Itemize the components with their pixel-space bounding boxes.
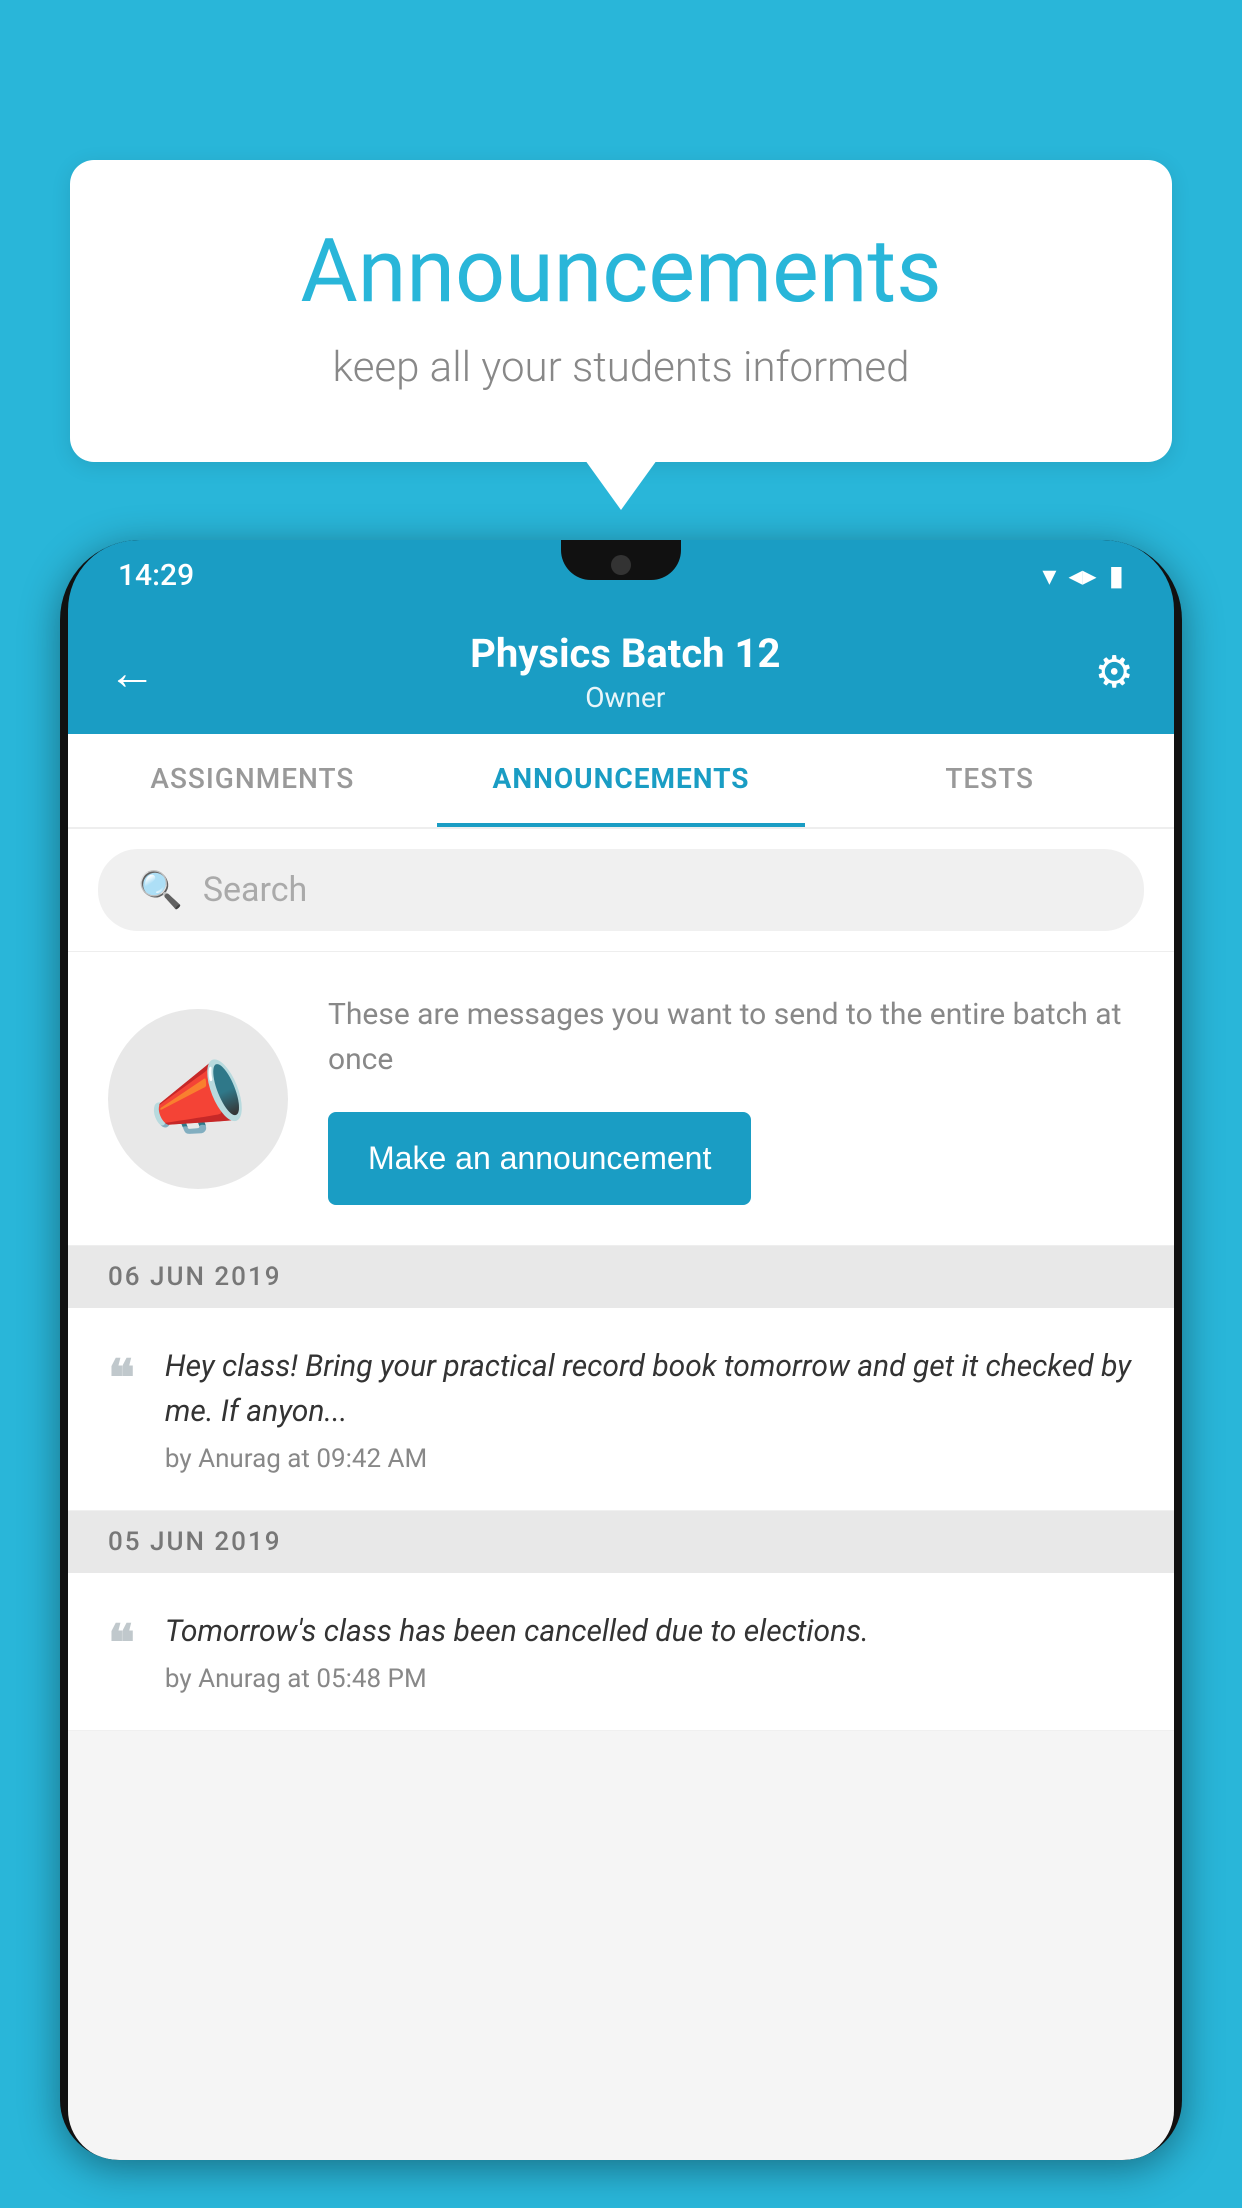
header-center: Physics Batch 12 Owner	[470, 630, 780, 714]
make-announcement-button[interactable]: Make an announcement	[328, 1112, 751, 1205]
speech-bubble: Announcements keep all your students inf…	[70, 160, 1172, 462]
bubble-subtitle: keep all your students informed	[150, 343, 1092, 392]
search-icon: 🔍	[138, 869, 183, 911]
tab-assignments[interactable]: ASSIGNMENTS	[68, 734, 437, 827]
message-item-2[interactable]: ❝ Tomorrow's class has been cancelled du…	[68, 1573, 1174, 1731]
message-content-1: Hey class! Bring your practical record b…	[165, 1344, 1134, 1474]
message-author-1: by Anurag at 09:42 AM	[165, 1444, 1134, 1474]
status-bar: 14:29 ▾ ◂▸ ▮	[68, 540, 1174, 610]
search-bar[interactable]: 🔍 Search	[98, 849, 1144, 931]
phone-wrapper: 14:29 ▾ ◂▸ ▮ ← Physics Batch 12 Owner	[60, 540, 1182, 2208]
bubble-title: Announcements	[150, 220, 1092, 323]
phone-screen: 14:29 ▾ ◂▸ ▮ ← Physics Batch 12 Owner	[68, 540, 1174, 2160]
battery-icon: ▮	[1109, 559, 1124, 592]
quote-icon-1: ❝	[108, 1349, 135, 1408]
signal-icon: ◂▸	[1068, 559, 1096, 592]
status-icons: ▾ ◂▸ ▮	[1042, 559, 1124, 592]
quote-icon-2: ❝	[108, 1614, 135, 1673]
date-divider-2: 05 JUN 2019	[68, 1511, 1174, 1573]
date-divider-1: 06 JUN 2019	[68, 1246, 1174, 1308]
camera-notch	[611, 555, 631, 575]
notch	[561, 540, 681, 580]
message-text-1: Hey class! Bring your practical record b…	[165, 1344, 1134, 1434]
announcement-description: These are messages you want to send to t…	[328, 992, 1134, 1082]
tabs-container: ASSIGNMENTS ANNOUNCEMENTS TESTS	[68, 734, 1174, 829]
wifi-icon: ▾	[1042, 559, 1056, 592]
tab-tests[interactable]: TESTS	[805, 734, 1174, 827]
message-text-2: Tomorrow's class has been cancelled due …	[165, 1609, 1134, 1654]
message-content-2: Tomorrow's class has been cancelled due …	[165, 1609, 1134, 1694]
announcement-right: These are messages you want to send to t…	[328, 992, 1134, 1205]
search-container: 🔍 Search	[68, 829, 1174, 952]
speech-bubble-section: Announcements keep all your students inf…	[70, 160, 1172, 462]
search-placeholder: Search	[203, 870, 307, 910]
status-time: 14:29	[118, 558, 194, 593]
phone-frame: 14:29 ▾ ◂▸ ▮ ← Physics Batch 12 Owner	[60, 540, 1182, 2160]
megaphone-circle: 📣	[108, 1009, 288, 1189]
announcement-empty-state: 📣 These are messages you want to send to…	[68, 952, 1174, 1246]
message-item-1[interactable]: ❝ Hey class! Bring your practical record…	[68, 1308, 1174, 1511]
back-button[interactable]: ←	[108, 644, 156, 701]
message-author-2: by Anurag at 05:48 PM	[165, 1664, 1134, 1694]
owner-label: Owner	[470, 681, 780, 714]
app-header: ← Physics Batch 12 Owner ⚙	[68, 610, 1174, 734]
batch-title: Physics Batch 12	[470, 630, 780, 677]
phone-content: 🔍 Search 📣 These are messages you want t…	[68, 829, 1174, 2160]
settings-icon[interactable]: ⚙	[1095, 646, 1134, 698]
megaphone-icon: 📣	[148, 1052, 248, 1146]
tab-announcements[interactable]: ANNOUNCEMENTS	[437, 734, 806, 827]
